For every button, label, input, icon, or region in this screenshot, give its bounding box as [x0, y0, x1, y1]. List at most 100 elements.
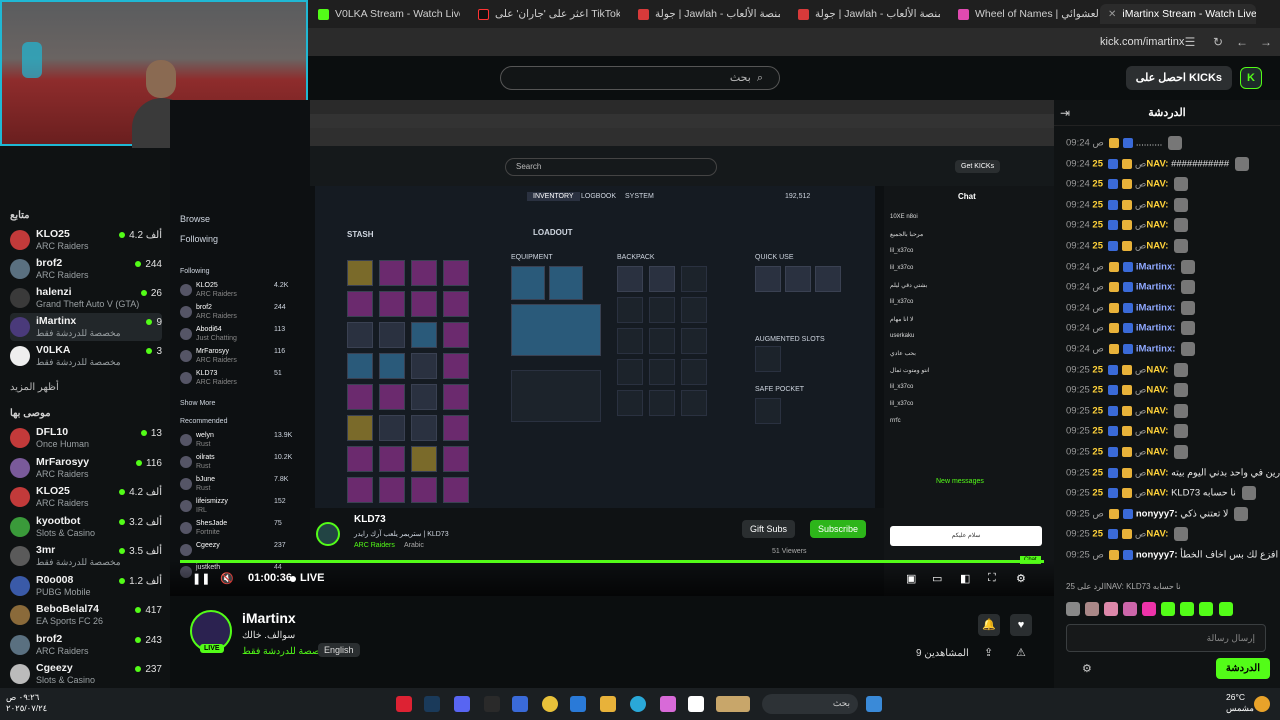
sidebar-channel[interactable]: KLO25 ARC Raiders 4.2 ألف	[10, 226, 162, 254]
get-kicks-button[interactable]: احصل على KICKs	[1125, 66, 1232, 90]
sidebar-channel[interactable]: kyootbot Slots & Casino 3.2 ألف	[10, 513, 162, 541]
browser-tab[interactable]: Wheel of Names | اسم العشوائي	[950, 4, 1098, 24]
sidebar-channel[interactable]: KLO25 ARC Raiders 4.2 ألف	[10, 483, 162, 511]
chat-username[interactable]: iMartinx:	[1136, 261, 1176, 272]
mute-icon[interactable]: 🔇	[220, 572, 234, 585]
follow-heart-icon[interactable]: ♥	[1010, 614, 1032, 636]
notification-bell-icon[interactable]: 🔔	[978, 614, 1000, 636]
widget-icon[interactable]	[716, 696, 750, 712]
share-icon[interactable]: ⇪	[984, 646, 993, 659]
emote-icon[interactable]	[1085, 602, 1100, 616]
live-dot-icon	[140, 430, 147, 436]
viewer-count: 1.2 ألف	[119, 576, 162, 587]
emote-bar[interactable]	[1066, 602, 1266, 616]
kick-logo-icon[interactable]: K	[1240, 67, 1262, 89]
chat-username[interactable]: iMartinx:	[1136, 323, 1176, 334]
folder-icon[interactable]	[600, 696, 616, 712]
sidebar-channel[interactable]: iMartinx مخصصة للدردشة فقط 9	[10, 313, 162, 341]
discord-icon[interactable]	[454, 696, 470, 712]
browser-tab[interactable]: اعثر على 'جاران' على TikTok	[470, 4, 620, 24]
sidebar-channel[interactable]: DFL10 Once Human 13	[10, 424, 162, 452]
app-icon[interactable]	[688, 696, 704, 712]
steam-icon[interactable]	[424, 696, 440, 712]
forward-icon[interactable]: →	[1258, 34, 1274, 50]
stream-side-name: MrFarosyy	[196, 348, 230, 355]
chat-message: 09:25 ص 25NAV:	[1066, 527, 1276, 545]
collapse-chat-icon[interactable]: ⇥	[1060, 106, 1070, 120]
stream-side-category: Fortnite	[196, 529, 220, 536]
sidebar-channel[interactable]: 3mr مخصصة للدردشة فقط 3.5 ألف	[10, 542, 162, 570]
chat-username[interactable]: iMartinx:	[1136, 282, 1176, 293]
stream-side-avatar	[180, 544, 192, 556]
emote-icon[interactable]	[1180, 602, 1195, 616]
chat-username[interactable]: nonyyy7:	[1136, 550, 1178, 561]
chat-username[interactable]: iMartinx:	[1136, 302, 1176, 313]
badge-icon	[1108, 282, 1119, 293]
chat-username[interactable]: iMartinx:	[1136, 344, 1176, 355]
emote-icon[interactable]	[1142, 602, 1157, 616]
app-icon[interactable]	[512, 696, 528, 712]
channel-name[interactable]: iMartinx	[242, 610, 296, 626]
app-icon[interactable]	[484, 696, 500, 712]
stream-chat-line: لا انا مهام	[890, 317, 914, 323]
sidebar-channel[interactable]: brof2 ARC Raiders 244	[10, 255, 162, 283]
send-chat-button[interactable]: الدردشة	[1215, 658, 1270, 679]
taskbar-search[interactable]: بحث	[762, 694, 858, 714]
reader-icon[interactable]: ☰	[1182, 34, 1198, 50]
store-icon[interactable]	[570, 696, 586, 712]
fullscreen-icon[interactable]: ⛶	[988, 572, 996, 585]
pause-icon[interactable]: ❚❚	[192, 572, 210, 585]
browser-tab[interactable]: جولة | Jawlah - منصة الألعاب	[630, 4, 780, 24]
browser-tab[interactable]: جولة | Jawlah - منصة الألعاب	[790, 4, 940, 24]
language-tag[interactable]: English	[318, 643, 360, 657]
progress-bar[interactable]	[180, 560, 1044, 563]
reload-icon[interactable]: ↻	[1210, 34, 1226, 50]
stream-side-viewers: 75	[274, 520, 282, 527]
stream-recommended-title: Recommended	[180, 418, 228, 425]
theater-icon[interactable]: ▭	[932, 572, 942, 585]
browser-tab-active[interactable]: ✕iMartinx Stream - Watch Live on	[1100, 4, 1256, 24]
sidebar-channel[interactable]: MrFarosyy ARC Raiders 116	[10, 454, 162, 482]
search-input[interactable]: ⌕بحث	[500, 66, 780, 90]
chat-username[interactable]: nonyyy7:	[1136, 508, 1178, 519]
copilot-icon[interactable]	[660, 696, 676, 712]
url-field[interactable]: kick.com/imartinx	[1100, 36, 1184, 48]
clip-icon[interactable]: ▣	[906, 572, 916, 585]
edge-icon[interactable]	[630, 696, 646, 712]
sidebar-channel[interactable]: brof2 ARC Raiders 243	[10, 631, 162, 659]
sidebar-channel[interactable]: Cgeezy Slots & Casino 237	[10, 660, 162, 688]
game-stash-slot	[443, 322, 469, 348]
chrome-icon[interactable]	[542, 696, 558, 712]
game-backpack-slot	[681, 390, 707, 416]
sidebar-channel[interactable]: V0LKA مخصصة للدردشة فقط 3	[10, 342, 162, 370]
settings-icon[interactable]: ⚙	[1016, 572, 1026, 585]
sidebar-channel[interactable]: BeboBelal74 EA Sports FC 26 417	[10, 601, 162, 629]
emote-icon[interactable]	[1066, 602, 1080, 616]
kick-favicon-icon	[318, 8, 329, 20]
app-icon[interactable]	[396, 696, 412, 712]
start-icon[interactable]	[866, 696, 882, 712]
stream-side-category: ARC Raiders	[196, 357, 237, 364]
emote-icon[interactable]	[1104, 602, 1119, 616]
sidebar-channel[interactable]: halenzi Grand Theft Auto V (GTA) 26	[10, 284, 162, 312]
emote-icon[interactable]	[1218, 602, 1233, 616]
report-icon[interactable]: ⚠	[1016, 646, 1026, 659]
emote-icon[interactable]	[1123, 602, 1138, 616]
close-icon[interactable]: ✕	[1108, 9, 1116, 20]
sidebar-channel[interactable]: R0o008 PUBG Mobile 1.2 ألف	[10, 572, 162, 600]
video-player[interactable]: Search Get KICKs Browse Following Follow…	[170, 100, 1054, 596]
chat-text: ###########	[1171, 158, 1230, 170]
stream-side-viewers: 4.2K	[274, 282, 289, 289]
emote-icon[interactable]	[1199, 602, 1214, 616]
back-icon[interactable]: ←	[1234, 34, 1250, 50]
emote-icon[interactable]	[1161, 602, 1176, 616]
badge-icon	[1107, 529, 1118, 540]
pip-icon[interactable]: ◧	[960, 572, 970, 585]
chat-input[interactable]: إرسال رسالة	[1066, 624, 1266, 652]
settings-icon[interactable]: ⚙	[1082, 662, 1092, 675]
browser-tab[interactable]: V0LKA Stream - Watch Live on	[310, 4, 460, 24]
show-more-link[interactable]: أظهر المزيد	[10, 382, 59, 393]
live-label: LIVE	[300, 572, 325, 584]
game-stash-slot	[443, 446, 469, 472]
badge-icon	[1108, 261, 1119, 272]
